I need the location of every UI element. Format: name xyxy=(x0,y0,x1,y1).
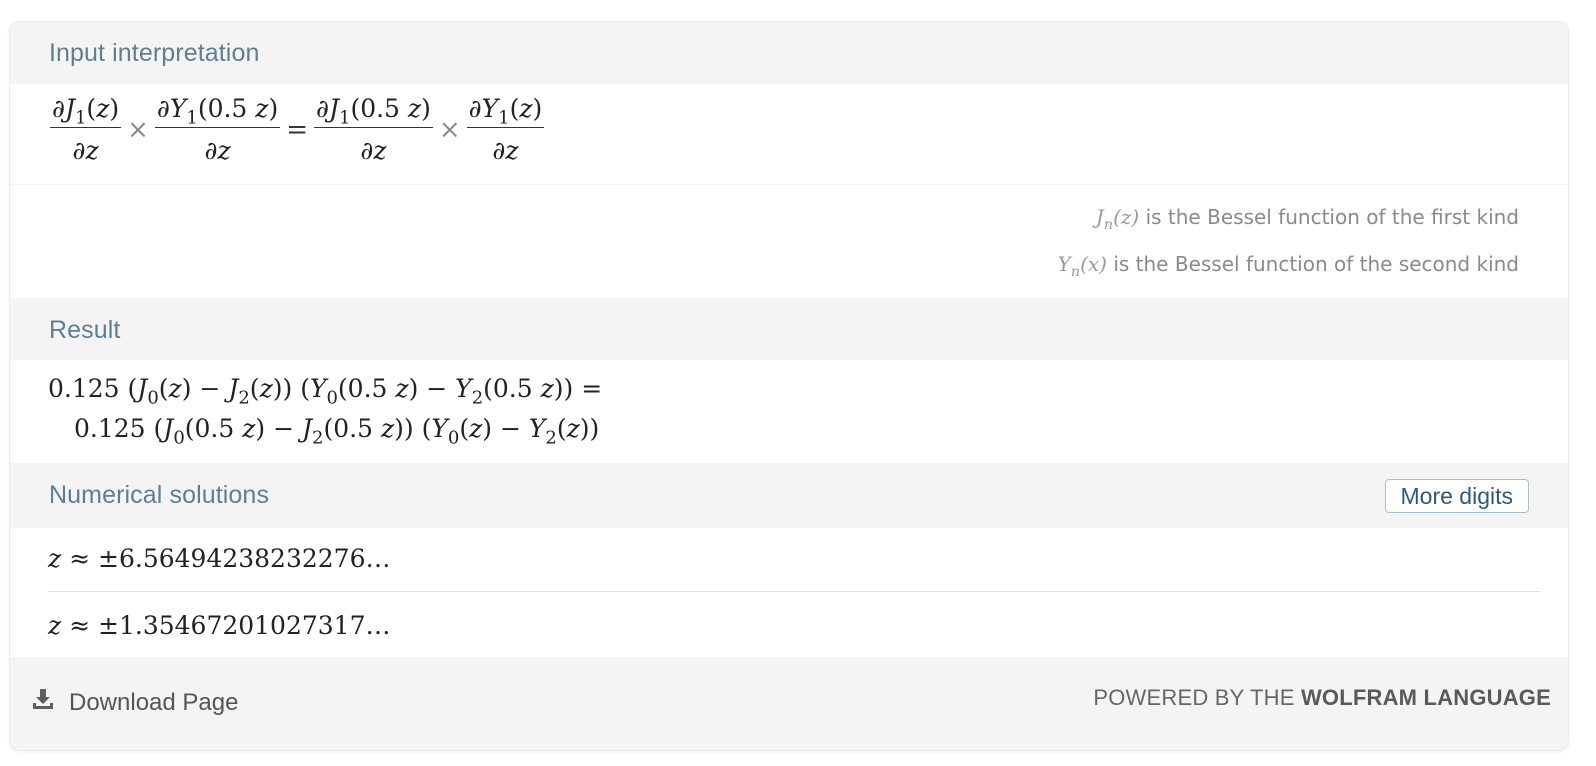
results-footer: Download Page POWERED BY THE WOLFRAM LAN… xyxy=(10,658,1568,750)
input-formula-area: ∂J1(z) ∂z × ∂Y1(0.5 z) ∂z = ∂J1(0.5 z) ∂… xyxy=(10,84,1568,184)
powered-by-wolfram-language[interactable]: POWERED BY THE WOLFRAM LANGUAGE xyxy=(1093,685,1551,711)
input-notes-area: Jn(z) is the Bessel function of the firs… xyxy=(10,185,1568,298)
wolfram-language-brand: WOLFRAM LANGUAGE xyxy=(1300,685,1551,710)
pod-title-input-interpretation: Input interpretation xyxy=(49,39,260,67)
solution-row-1: z ≈ ±6.56494238232276… xyxy=(48,544,391,573)
fraction-dy1-05z: ∂Y1(0.5 z) ∂z xyxy=(154,94,281,165)
bessel-first-kind-note: Jn(z) is the Bessel function of the firs… xyxy=(1095,205,1519,234)
fraction-dj1z: ∂J1(z) ∂z xyxy=(50,94,122,165)
result-line-1: 0.125 (J0(z) − J2(z)) (Y0(0.5 z) − Y2(0.… xyxy=(48,374,603,409)
fraction-dy1z: ∂Y1(z) ∂z xyxy=(466,94,545,165)
input-interpretation-header: Input interpretation xyxy=(10,22,1568,84)
result-area: 0.125 (J0(z) − J2(z)) (Y0(0.5 z) − Y2(0.… xyxy=(10,360,1568,463)
input-equation: ∂J1(z) ∂z × ∂Y1(0.5 z) ∂z = ∂J1(0.5 z) ∂… xyxy=(50,94,545,165)
solutions-divider xyxy=(48,591,1540,592)
result-header: Result xyxy=(10,299,1568,361)
bessel-second-kind-note: Yn(x) is the Bessel function of the seco… xyxy=(1057,252,1519,281)
result-line-2: 0.125 (J0(0.5 z) − J2(0.5 z)) (Y0(z) − Y… xyxy=(74,414,600,449)
fraction-dj1-05z: ∂J1(0.5 z) ∂z xyxy=(314,94,433,165)
pod-title-result: Result xyxy=(49,316,121,344)
numerical-solutions-header: Numerical solutions More digits xyxy=(10,464,1568,528)
pod-title-numerical-solutions: Numerical solutions xyxy=(49,481,270,509)
more-digits-button[interactable]: More digits xyxy=(1384,479,1529,513)
solution-row-2: z ≈ ±1.35467201027317… xyxy=(48,611,391,640)
results-card: Input interpretation ∂J1(z) ∂z × ∂Y1(0.5… xyxy=(9,21,1569,751)
solutions-area: z ≈ ±6.56494238232276… z ≈ ±1.3546720102… xyxy=(10,528,1568,657)
download-page-label: Download Page xyxy=(69,688,239,716)
download-page-link[interactable]: Download Page xyxy=(31,687,238,718)
download-icon xyxy=(31,687,69,718)
